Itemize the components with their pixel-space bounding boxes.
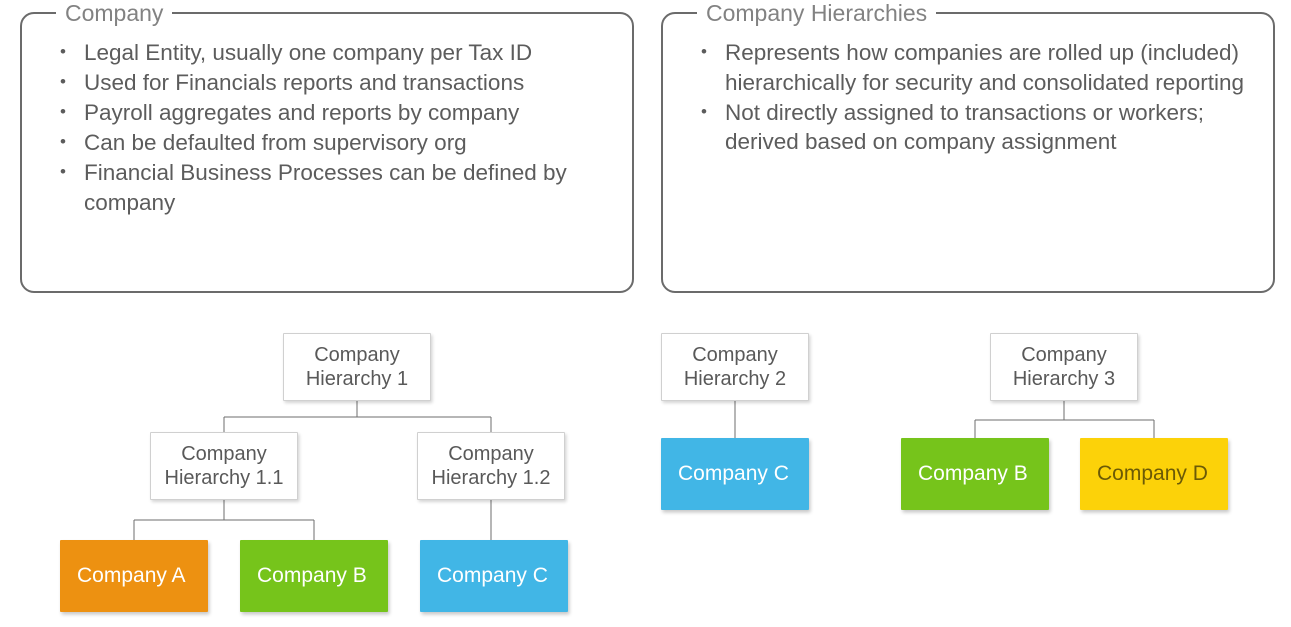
node-label: Company Hierarchy 1 — [305, 344, 409, 390]
node-label: Company Hierarchy 3 — [1012, 344, 1116, 390]
company-node-company-c[interactable]: Company C — [661, 438, 809, 510]
hierarchy-node-company-hierarchy-2[interactable]: Company Hierarchy 2 — [661, 333, 809, 401]
org-chart: Company Hierarchy 1 Company Hierarchy 1.1… — [0, 0, 1291, 627]
node-label: Company B — [918, 462, 1028, 485]
node-label: Company C — [678, 462, 789, 485]
company-node-company-b[interactable]: Company B — [901, 438, 1049, 510]
node-label: Company Hierarchy 1.1 — [164, 443, 284, 489]
company-node-company-c[interactable]: Company C — [420, 540, 568, 612]
company-node-company-a[interactable]: Company A — [60, 540, 208, 612]
company-node-company-d[interactable]: Company D — [1080, 438, 1228, 510]
node-label: Company A — [77, 564, 186, 587]
company-node-company-b[interactable]: Company B — [240, 540, 388, 612]
node-label: Company D — [1097, 462, 1208, 485]
hierarchy-node-company-hierarchy-1[interactable]: Company Hierarchy 1 — [283, 333, 431, 401]
node-label: Company B — [257, 564, 367, 587]
node-label: Company C — [437, 564, 548, 587]
hierarchy-node-company-hierarchy-1-2[interactable]: Company Hierarchy 1.2 — [417, 432, 565, 500]
node-label: Company Hierarchy 2 — [683, 344, 787, 390]
hierarchy-node-company-hierarchy-3[interactable]: Company Hierarchy 3 — [990, 333, 1138, 401]
node-label: Company Hierarchy 1.2 — [431, 443, 551, 489]
hierarchy-node-company-hierarchy-1-1[interactable]: Company Hierarchy 1.1 — [150, 432, 298, 500]
